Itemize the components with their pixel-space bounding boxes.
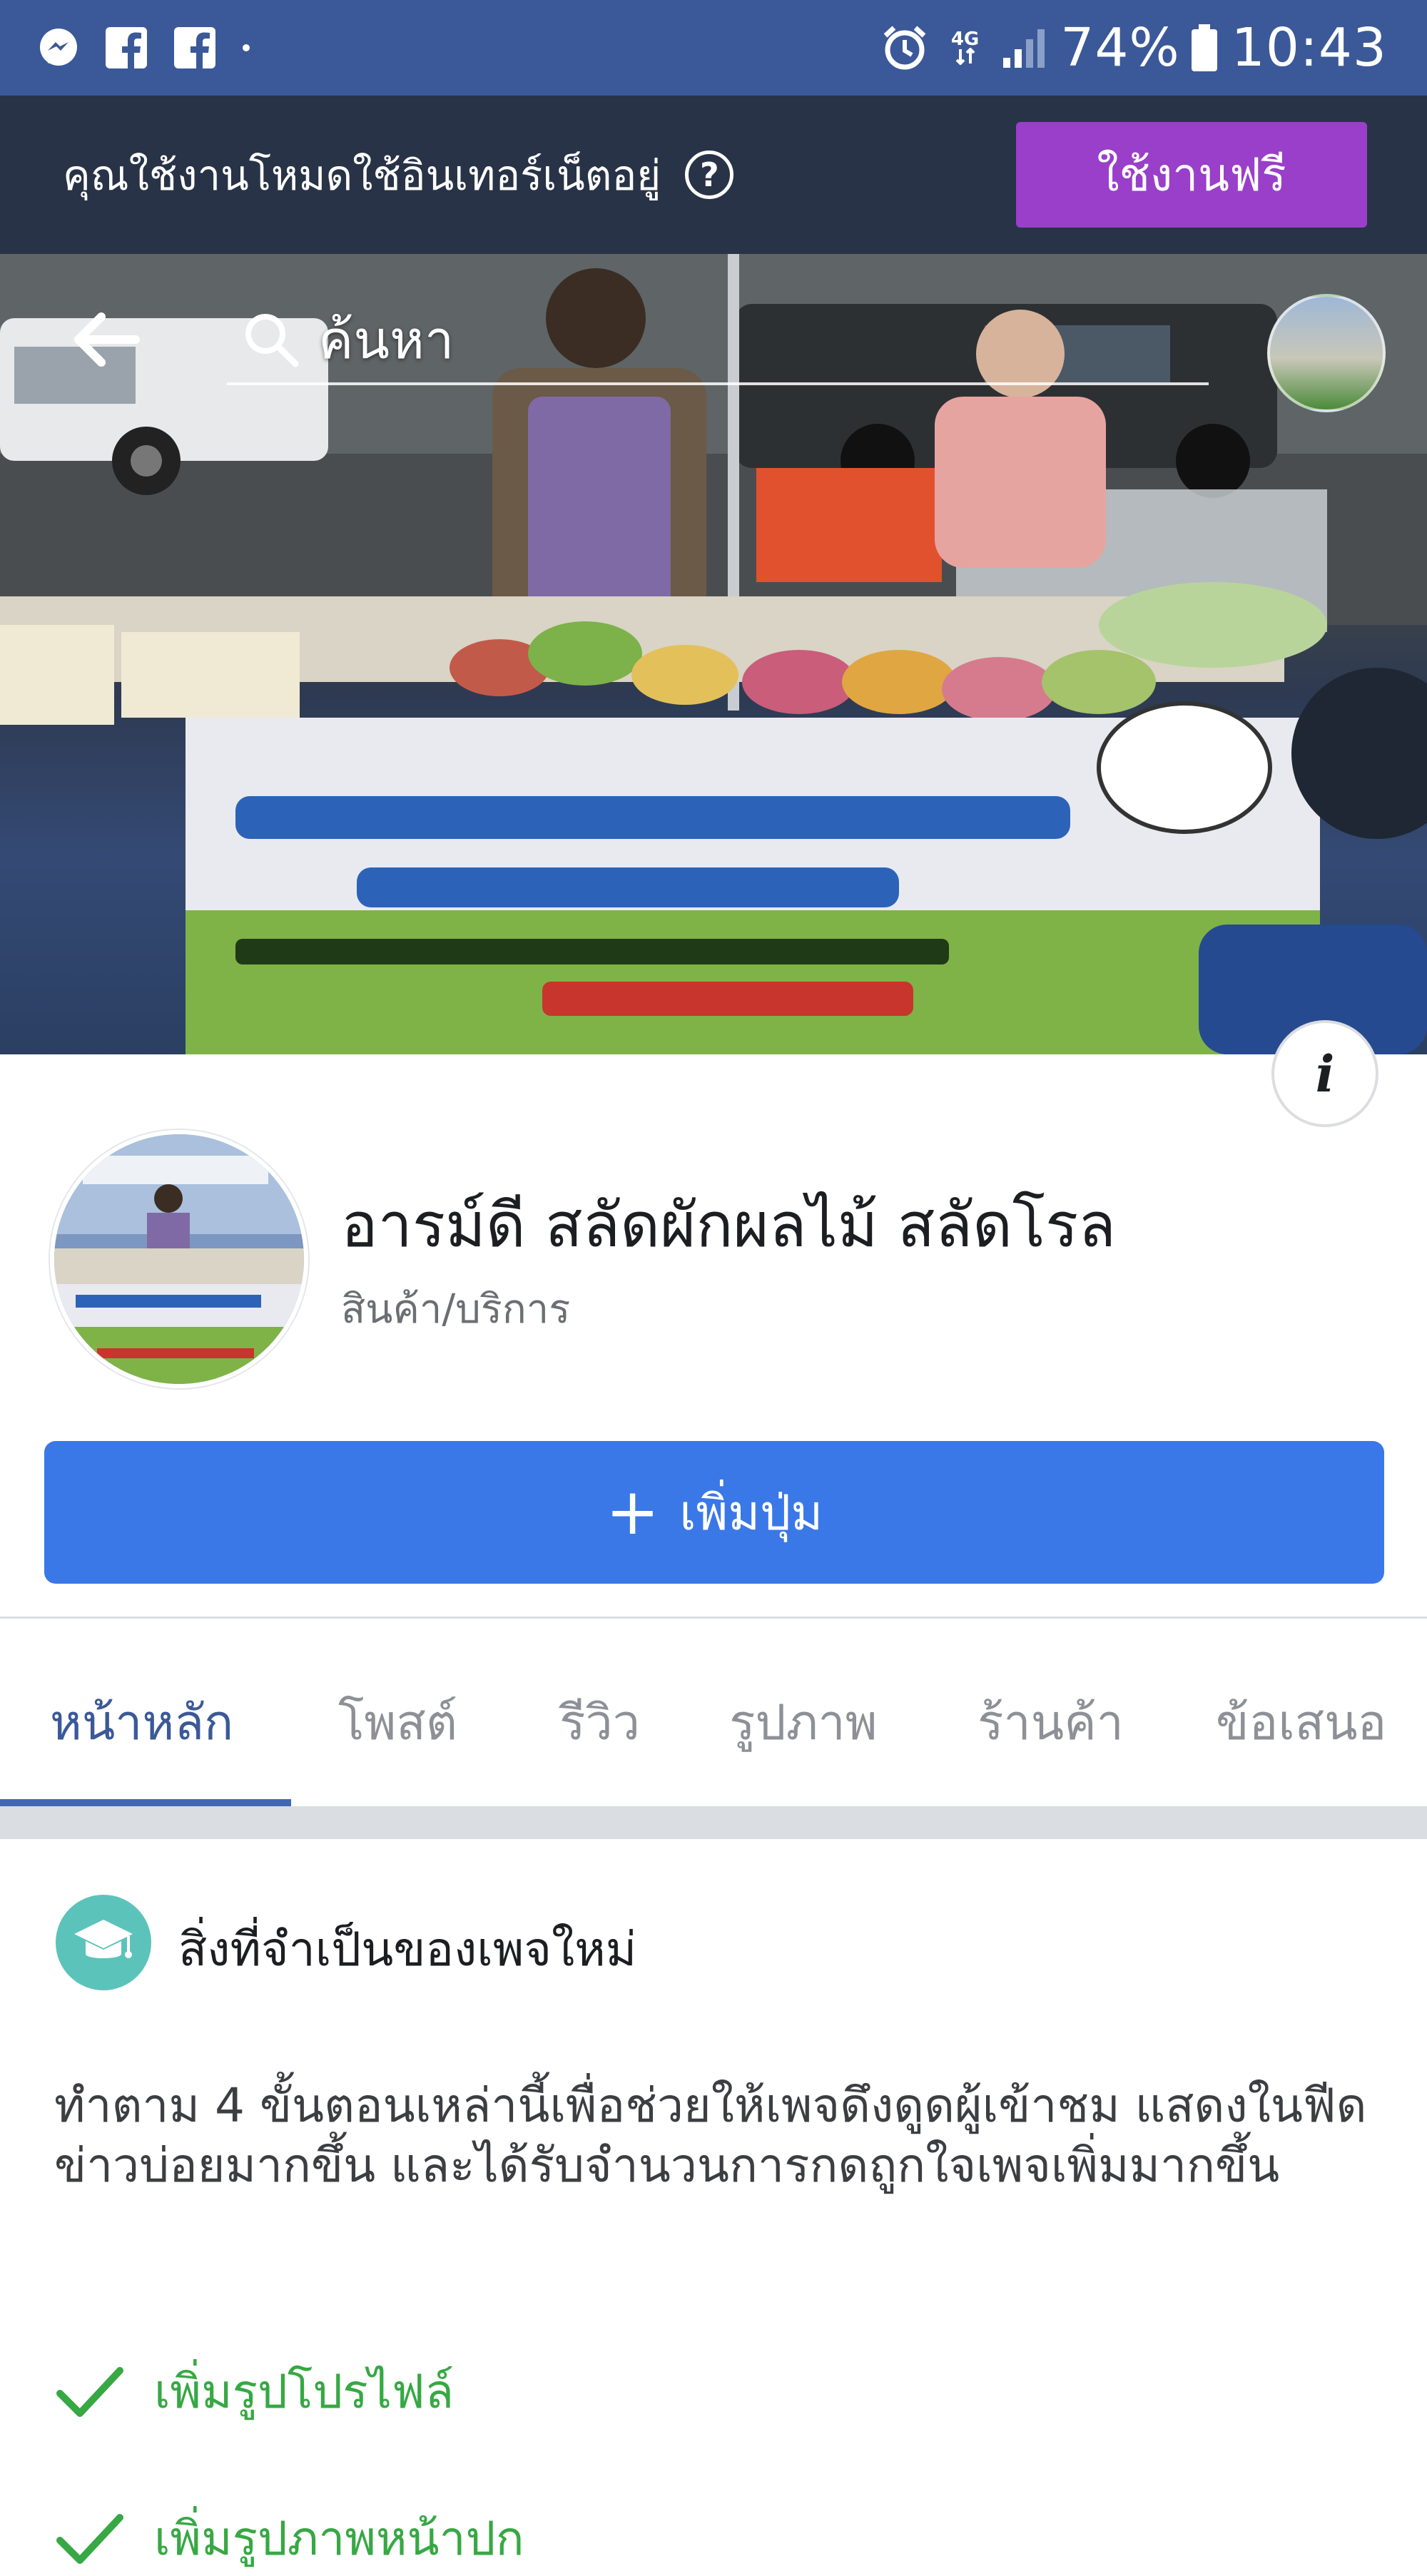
add-button[interactable]: + เพิ่มปุ่ม: [44, 1441, 1384, 1584]
tab-reviews[interactable]: รีวิว: [559, 1684, 640, 1761]
divider: [0, 1617, 1427, 1619]
page-category[interactable]: สินค้า/บริการ: [341, 1277, 570, 1340]
profile-photo-image: [54, 1134, 304, 1384]
check-icon: [54, 2363, 126, 2420]
avatar[interactable]: [50, 1130, 308, 1388]
step-add-cover-photo[interactable]: เพิ่มรูปภาพหน้าปก: [54, 2501, 524, 2576]
battery-percent: 74%: [1060, 17, 1180, 78]
messenger-icon: [37, 26, 80, 69]
signal-icon: [1000, 26, 1047, 69]
clock: 10:43: [1231, 17, 1387, 78]
status-bar-system: 4G 74% 10:43: [858, 17, 1387, 78]
facebook-icon: [104, 26, 148, 70]
dot-icon: [241, 43, 251, 53]
add-button-label: เพิ่มปุ่ม: [679, 1485, 823, 1542]
plus-icon: +: [605, 1475, 660, 1549]
use-free-button[interactable]: ใช้งานฟรี: [1016, 122, 1367, 228]
check-icon: [54, 2510, 126, 2567]
battery-icon: [1190, 23, 1219, 73]
network-4g-icon: 4G: [950, 29, 980, 65]
step-label: เพิ่มรูปโปรไฟล์: [154, 2364, 454, 2419]
cover-photo[interactable]: ค้นหา: [0, 254, 1427, 1054]
graduation-cap-icon: [56, 1895, 151, 1990]
search-icon: [241, 310, 301, 370]
search-placeholder: ค้นหา: [318, 310, 454, 371]
tab-shop[interactable]: ร้านค้า: [977, 1684, 1124, 1761]
section-separator: [0, 1806, 1427, 1839]
tab-posts[interactable]: โพสต์: [338, 1684, 457, 1761]
tab-home[interactable]: หน้าหลัก: [50, 1684, 233, 1761]
page-title: อารม์ดี สลัดผักผลไม้ สลัดโรล: [341, 1190, 1117, 1261]
step-label: เพิ่มรูปภาพหน้าปก: [154, 2511, 524, 2566]
status-bar: 4G 74% 10:43: [0, 0, 1427, 96]
essentials-title: สิ่งที่จำเป็นของเพจใหม่: [178, 1922, 637, 1977]
status-bar-notifications: [37, 26, 275, 70]
search-field[interactable]: ค้นหา: [227, 297, 1209, 385]
page-tabs: หน้าหลัก โพสต์ รีวิว รูปภาพ ร้านค้า ข้อเ…: [0, 1619, 1427, 1806]
free-mode-text: คุณใช้งานโหมดใช้อินเทอร์เน็ตอยู่: [63, 151, 661, 200]
help-icon[interactable]: ?: [685, 151, 734, 199]
step-add-profile-photo[interactable]: เพิ่มรูปโปรไฟล์: [54, 2354, 454, 2429]
back-button[interactable]: [71, 311, 140, 371]
free-mode-banner: คุณใช้งานโหมดใช้อินเทอร์เน็ตอยู่ ? ใช้งา…: [0, 96, 1427, 254]
network-label: 4G: [950, 29, 980, 50]
essentials-description: ทำตาม 4 ขั้นตอนเหล่านี้เพื่อช่วยให้เพจดึ…: [54, 2078, 1367, 2193]
tab-offers[interactable]: ข้อเสนอ: [1216, 1684, 1386, 1761]
tab-photos[interactable]: รูปภาพ: [729, 1684, 878, 1761]
cover-thumbnail[interactable]: [1267, 294, 1386, 412]
active-tab-indicator: [0, 1799, 291, 1806]
alarm-icon: [880, 23, 930, 73]
facebook-icon: [173, 26, 217, 70]
info-button[interactable]: i: [1271, 1020, 1378, 1127]
